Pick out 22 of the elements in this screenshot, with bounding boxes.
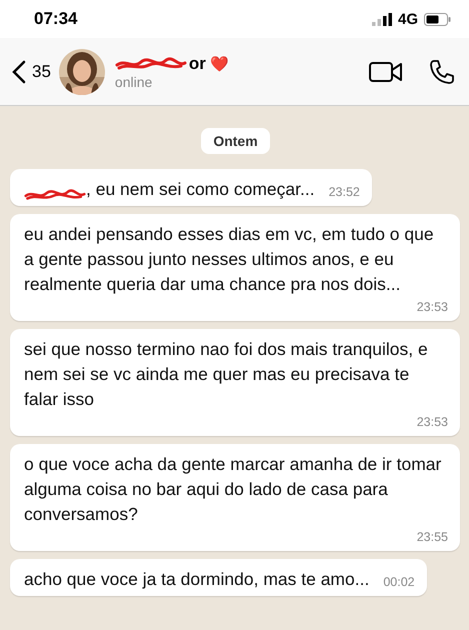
date-label: Ontem: [201, 128, 270, 154]
status-time: 07:34: [34, 9, 78, 29]
message-text: o que voce acha da gente marcar amanha de ir tomar alguma coisa no bar aqui do lado de casa para conversamos?: [24, 453, 442, 526]
video-call-icon[interactable]: [369, 60, 403, 82]
message-time: 00:02: [382, 574, 415, 591]
network-label: 4G: [398, 10, 418, 28]
message-text: eu andei pensando esses dias em vc, em tudo o que a gente passou junto nesses ultimos anos, e eu realmente queria dar uma chance pra nos dois...: [24, 223, 435, 296]
phone-icon[interactable]: [429, 58, 455, 84]
message-time: 23:52: [328, 184, 360, 201]
message-text: , eu nem sei como começar...: [86, 178, 315, 201]
message-time: 23:53: [416, 299, 448, 316]
message-time: 23:55: [416, 529, 448, 546]
message-time: 23:53: [416, 414, 448, 431]
back-chevron-icon: [12, 60, 26, 84]
signal-icon: [372, 12, 392, 26]
back-button[interactable]: 35: [12, 60, 51, 84]
message-text: acho que voce ja ta dormindo, mas te amo...: [24, 568, 370, 591]
battery-icon: [424, 12, 451, 26]
message-text: sei que nosso termino nao foi dos mais tranquilos, e nem sei se vc ainda me quer mas eu precisava te falar isso: [24, 338, 429, 411]
contact-name[interactable]: or: [188, 54, 206, 74]
contact-status: online: [114, 74, 154, 90]
heart-emoji: ❤: [210, 54, 229, 72]
